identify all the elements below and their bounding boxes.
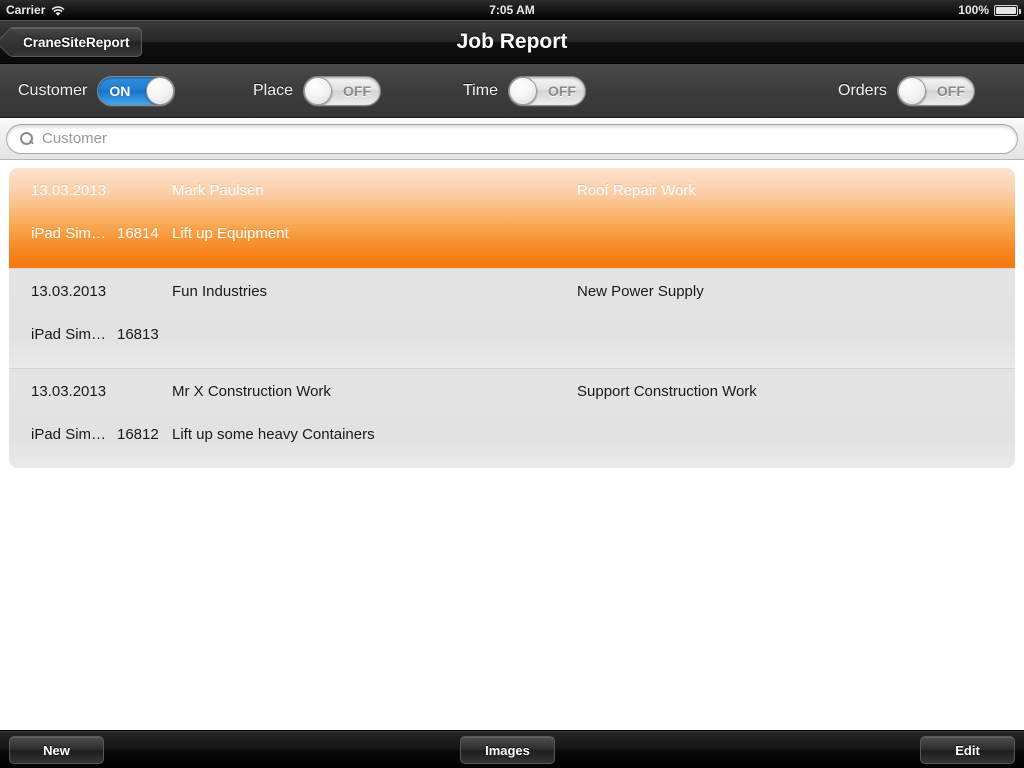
- filter-label-place: Place: [253, 82, 294, 99]
- filter-label-customer: Customer: [18, 82, 88, 99]
- navigation-bar: CraneSiteReport Job Report: [0, 20, 1024, 64]
- job-list-area: 13.03.2013 Mark Paulsen Roof Repair Work…: [0, 160, 1024, 730]
- row-customer: Mark Paulsen: [172, 182, 264, 199]
- toggle-time[interactable]: OFF: [507, 76, 586, 106]
- row-device: iPad Sim…: [31, 326, 107, 343]
- filter-toggle-bar: Customer ON Place OFF Time OFF Orders OF…: [0, 64, 1024, 118]
- status-bar-clock: 7:05 AM: [489, 3, 535, 17]
- job-list: 13.03.2013 Mark Paulsen Roof Repair Work…: [9, 168, 1015, 468]
- toggle-place-knob: [304, 77, 333, 105]
- filter-group-orders: Orders OFF: [838, 76, 975, 106]
- images-button[interactable]: Images: [460, 736, 555, 764]
- row-work-type: Support Construction Work: [577, 383, 757, 400]
- filter-group-customer: Customer ON: [18, 76, 176, 106]
- toggle-orders-state: OFF: [936, 83, 965, 99]
- toggle-orders-knob: [897, 77, 926, 105]
- row-id: 16812: [117, 426, 159, 443]
- toggle-place-state: OFF: [343, 83, 372, 99]
- edit-button[interactable]: Edit: [920, 736, 1015, 764]
- ipad-app-window: Carrier 7:05 AM 100% CraneSiteReport Job…: [0, 0, 1024, 768]
- toggle-place[interactable]: OFF: [303, 76, 382, 106]
- row-work-type: Roof Repair Work: [577, 182, 696, 199]
- status-bar-right: 100%: [958, 3, 1021, 17]
- row-id: 16814: [117, 225, 159, 242]
- row-date: 13.03.2013: [31, 383, 107, 400]
- filter-group-place: Place OFF: [253, 76, 382, 106]
- toggle-customer-state: ON: [109, 83, 131, 99]
- table-row[interactable]: 13.03.2013 Fun Industries New Power Supp…: [9, 268, 1015, 368]
- new-button[interactable]: New: [9, 736, 104, 764]
- battery-percent-label: 100%: [958, 3, 989, 17]
- filter-group-time: Time OFF: [463, 76, 586, 106]
- row-description: Lift up Equipment: [172, 225, 289, 242]
- row-date: 13.03.2013: [31, 182, 107, 199]
- row-device: iPad Sim…: [31, 426, 107, 443]
- bottom-toolbar: New Images Edit: [0, 730, 1024, 768]
- search-bar: Customer: [0, 118, 1024, 160]
- table-row[interactable]: 13.03.2013 Mark Paulsen Roof Repair Work…: [9, 168, 1015, 268]
- row-customer: Fun Industries: [172, 283, 268, 300]
- row-work-type: New Power Supply: [577, 283, 704, 300]
- row-customer: Mr X Construction Work: [172, 383, 331, 400]
- toggle-orders[interactable]: OFF: [896, 76, 975, 106]
- search-icon: [20, 131, 34, 146]
- filter-label-time: Time: [463, 82, 498, 99]
- page-title: Job Report: [456, 30, 568, 53]
- row-date: 13.03.2013: [31, 283, 107, 300]
- row-device: iPad Sim…: [31, 225, 107, 242]
- battery-icon: [994, 4, 1021, 16]
- filter-label-orders: Orders: [838, 82, 887, 99]
- search-input[interactable]: Customer: [6, 123, 1018, 154]
- table-row[interactable]: 13.03.2013 Mr X Construction Work Suppor…: [9, 368, 1015, 468]
- toggle-customer[interactable]: ON: [97, 76, 176, 106]
- toggle-customer-knob: [146, 77, 175, 105]
- toggle-time-state: OFF: [547, 83, 576, 99]
- toggle-time-knob: [508, 77, 537, 105]
- status-bar: Carrier 7:05 AM 100%: [0, 0, 1024, 20]
- row-id: 16813: [117, 326, 159, 343]
- search-placeholder: Customer: [42, 130, 108, 147]
- row-description: Lift up some heavy Containers: [172, 426, 375, 443]
